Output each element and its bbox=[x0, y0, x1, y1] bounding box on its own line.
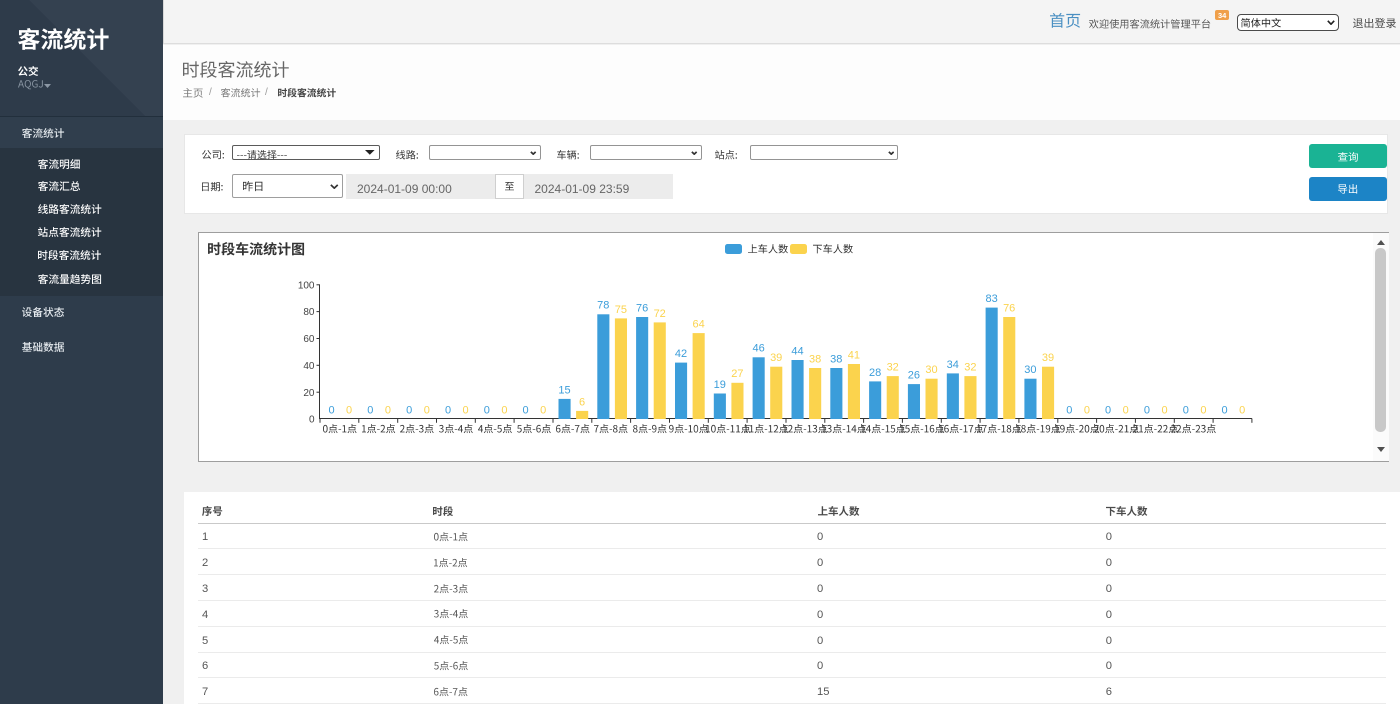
svg-text:75: 75 bbox=[615, 304, 627, 316]
svg-text:80: 80 bbox=[303, 307, 315, 318]
svg-text:0: 0 bbox=[1123, 404, 1129, 416]
svg-text:0: 0 bbox=[385, 404, 391, 416]
svg-text:0: 0 bbox=[445, 404, 451, 416]
svg-text:60: 60 bbox=[303, 334, 315, 345]
svg-text:76: 76 bbox=[636, 302, 648, 314]
svg-text:38: 38 bbox=[809, 353, 821, 365]
svg-text:83: 83 bbox=[985, 293, 997, 305]
svg-text:44: 44 bbox=[791, 345, 803, 357]
svg-text:0: 0 bbox=[1200, 404, 1206, 416]
svg-text:0: 0 bbox=[1239, 404, 1245, 416]
svg-text:0: 0 bbox=[328, 404, 334, 416]
svg-text:42: 42 bbox=[675, 348, 687, 360]
svg-text:0: 0 bbox=[424, 404, 430, 416]
svg-text:46: 46 bbox=[752, 343, 764, 355]
svg-text:30: 30 bbox=[1024, 364, 1036, 376]
svg-text:0: 0 bbox=[406, 404, 412, 416]
svg-text:0: 0 bbox=[1222, 404, 1228, 416]
svg-text:0: 0 bbox=[463, 404, 469, 416]
svg-text:0: 0 bbox=[540, 404, 546, 416]
svg-text:0: 0 bbox=[1144, 404, 1150, 416]
svg-text:28: 28 bbox=[869, 367, 881, 379]
svg-text:0: 0 bbox=[1066, 404, 1072, 416]
svg-text:32: 32 bbox=[887, 362, 899, 374]
svg-text:20: 20 bbox=[303, 388, 315, 399]
svg-text:64: 64 bbox=[692, 319, 704, 331]
svg-text:0: 0 bbox=[346, 404, 352, 416]
svg-text:0: 0 bbox=[1161, 404, 1167, 416]
svg-text:41: 41 bbox=[848, 349, 860, 361]
svg-text:0: 0 bbox=[484, 404, 490, 416]
svg-text:76: 76 bbox=[1003, 302, 1015, 314]
svg-text:38: 38 bbox=[830, 353, 842, 365]
svg-text:19: 19 bbox=[714, 379, 726, 391]
svg-text:0: 0 bbox=[523, 404, 529, 416]
svg-text:39: 39 bbox=[1042, 352, 1054, 364]
svg-text:34: 34 bbox=[947, 359, 959, 371]
svg-text:40: 40 bbox=[303, 361, 315, 372]
svg-text:0: 0 bbox=[1105, 404, 1111, 416]
svg-text:26: 26 bbox=[908, 370, 920, 382]
svg-text:0: 0 bbox=[1084, 404, 1090, 416]
svg-text:78: 78 bbox=[597, 300, 609, 312]
svg-text:0: 0 bbox=[309, 415, 315, 426]
svg-text:27: 27 bbox=[731, 368, 743, 380]
svg-text:0: 0 bbox=[501, 404, 507, 416]
svg-text:0: 0 bbox=[367, 404, 373, 416]
svg-text:30: 30 bbox=[925, 364, 937, 376]
svg-text:39: 39 bbox=[770, 352, 782, 364]
svg-text:15: 15 bbox=[558, 384, 570, 396]
svg-text:100: 100 bbox=[298, 280, 315, 291]
svg-text:32: 32 bbox=[964, 362, 976, 374]
svg-text:72: 72 bbox=[654, 308, 666, 320]
svg-text:0: 0 bbox=[1183, 404, 1189, 416]
svg-text:6: 6 bbox=[579, 396, 585, 408]
